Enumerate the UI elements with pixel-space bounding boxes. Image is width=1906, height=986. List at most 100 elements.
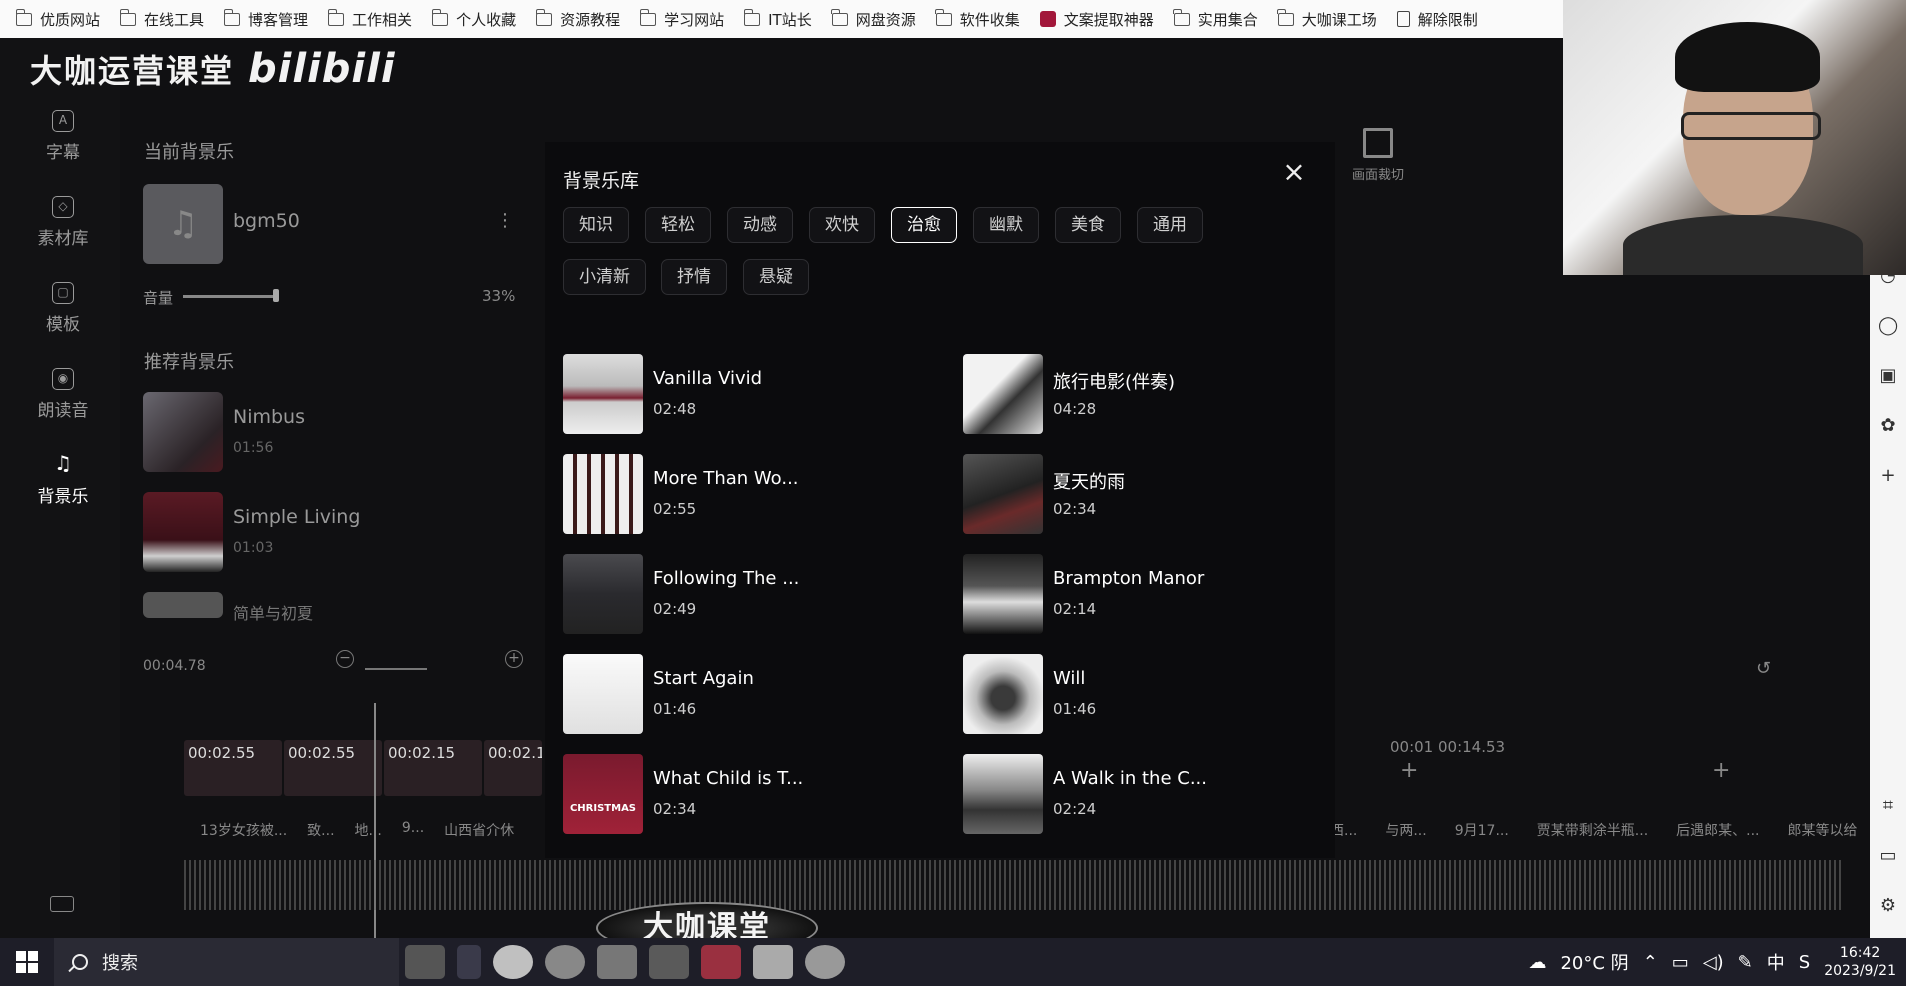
- taskbar-app-icon[interactable]: [457, 945, 481, 979]
- tag-fresh[interactable]: 小清新: [563, 259, 646, 295]
- taskbar-app-icon[interactable]: [597, 945, 637, 979]
- taskbar-app-icon[interactable]: [405, 945, 445, 979]
- track-item[interactable]: More Than Wo... 02:55: [563, 454, 943, 534]
- screenshot-icon[interactable]: ⌗: [1878, 796, 1898, 816]
- recommended-cover[interactable]: [143, 392, 223, 472]
- track-duration: 01:46: [1053, 700, 1097, 718]
- bookmark-item[interactable]: 解除限制: [1389, 0, 1490, 38]
- ime-indicator[interactable]: 中: [1767, 949, 1785, 975]
- taskbar-app-icon[interactable]: [493, 945, 533, 979]
- sidebar-layout-icon[interactable]: ▭: [1878, 846, 1898, 866]
- bookmark-item[interactable]: 文案提取神器: [1032, 0, 1166, 38]
- rail-item-bgm[interactable]: ♫ 背景乐: [18, 453, 108, 507]
- bookmark-item[interactable]: 软件收集: [928, 0, 1032, 38]
- track-item[interactable]: 旅行电影(伴奏) 04:28: [963, 354, 1343, 434]
- tag-cheerful[interactable]: 欢快: [809, 207, 875, 243]
- tag-suspense[interactable]: 悬疑: [743, 259, 809, 295]
- tray-network-icon[interactable]: ▭: [1672, 952, 1689, 973]
- taskbar-app-icon[interactable]: [805, 945, 845, 979]
- track-item[interactable]: Vanilla Vivid 02:48: [563, 354, 943, 434]
- clip[interactable]: 00:02.1: [484, 740, 542, 796]
- tag-lyrical[interactable]: 抒情: [661, 259, 727, 295]
- bookmark-item[interactable]: 学习网站: [632, 0, 736, 38]
- captions-toggle-icon[interactable]: [50, 896, 74, 912]
- recommended-name[interactable]: 简单与初夏: [233, 600, 313, 624]
- subtitle-label[interactable]: 13岁女孩被...: [200, 820, 287, 840]
- track-item[interactable]: Will 01:46: [963, 654, 1343, 734]
- close-icon[interactable]: ×: [1280, 158, 1308, 187]
- bookmark-item[interactable]: 优质网站: [8, 0, 112, 38]
- sidebar-outlook-icon[interactable]: ▣: [1878, 366, 1898, 386]
- bookmark-item[interactable]: 实用集合: [1166, 0, 1270, 38]
- bookmark-item[interactable]: 个人收藏: [424, 0, 528, 38]
- clip[interactable]: 00:02.55: [184, 740, 282, 796]
- sidebar-add-icon[interactable]: +: [1878, 466, 1898, 486]
- bookmark-item[interactable]: 博客管理: [216, 0, 320, 38]
- tag-dynamic[interactable]: 动感: [727, 207, 793, 243]
- windows-start-icon[interactable]: [0, 938, 54, 986]
- taskbar-app-icon[interactable]: [701, 945, 741, 979]
- bookmark-item[interactable]: 大咖课工场: [1270, 0, 1389, 38]
- volume-slider[interactable]: [183, 295, 278, 298]
- add-clip-icon[interactable]: +: [1400, 758, 1418, 783]
- settings-gear-icon[interactable]: ⚙: [1878, 896, 1898, 916]
- folder-icon: [1173, 8, 1190, 26]
- track-item[interactable]: Brampton Manor 02:14: [963, 554, 1343, 634]
- undo-icon[interactable]: ↺: [1756, 658, 1771, 679]
- track-item[interactable]: Start Again 01:46: [563, 654, 943, 734]
- recommended-cover[interactable]: [143, 592, 223, 618]
- recommended-cover[interactable]: [143, 492, 223, 572]
- track-item[interactable]: Following The ... 02:49: [563, 554, 943, 634]
- rail-item-assets[interactable]: ◇ 素材库: [18, 196, 108, 249]
- subtitle-label[interactable]: 地...: [355, 820, 382, 840]
- tag-food[interactable]: 美食: [1055, 207, 1121, 243]
- bookmark-item[interactable]: 网盘资源: [824, 0, 928, 38]
- track-item[interactable]: 夏天的雨 02:34: [963, 454, 1343, 534]
- add-clip-icon[interactable]: +: [1712, 758, 1730, 783]
- track-item[interactable]: A Walk in the C... 02:24: [963, 754, 1343, 834]
- rail-item-templates[interactable]: ▢ 模板: [18, 282, 108, 335]
- subtitle-label[interactable]: 后遇郎某、...: [1676, 820, 1759, 840]
- tag-healing[interactable]: 治愈: [891, 207, 957, 243]
- subtitle-label[interactable]: 9月17...: [1455, 820, 1509, 840]
- zoom-slider[interactable]: [365, 668, 427, 670]
- zoom-out-icon[interactable]: −: [336, 650, 354, 668]
- tag-relaxed[interactable]: 轻松: [645, 207, 711, 243]
- subtitle-label[interactable]: 9...: [402, 820, 424, 840]
- taskbar-app-icon[interactable]: [649, 945, 689, 979]
- taskbar-app-icon[interactable]: [753, 945, 793, 979]
- subtitle-label[interactable]: 致...: [307, 820, 334, 840]
- bookmark-item[interactable]: 工作相关: [320, 0, 424, 38]
- weather-text[interactable]: 20°C 阴: [1560, 949, 1628, 975]
- sidebar-tools-icon[interactable]: ✿: [1878, 416, 1898, 436]
- track-item[interactable]: CHRISTMAS What Child is T... 02:34: [563, 754, 943, 834]
- subtitle-label[interactable]: 山西省介休: [444, 820, 514, 840]
- rail-item-subtitle[interactable]: A 字幕: [18, 110, 108, 163]
- bookmark-item[interactable]: IT站长: [736, 0, 824, 38]
- tag-general[interactable]: 通用: [1137, 207, 1203, 243]
- crop-button[interactable]: 画面裁切: [1352, 128, 1404, 183]
- clock[interactable]: 16:42 2023/9/21: [1824, 944, 1896, 980]
- rail-item-narration[interactable]: ◉ 朗读音: [18, 368, 108, 421]
- more-options-icon[interactable]: ⋮: [496, 210, 514, 231]
- bookmark-item[interactable]: 资源教程: [528, 0, 632, 38]
- bookmark-item[interactable]: 在线工具: [112, 0, 216, 38]
- tag-humor[interactable]: 幽默: [973, 207, 1039, 243]
- tray-app-icon[interactable]: S: [1799, 952, 1810, 973]
- zoom-in-icon[interactable]: +: [505, 650, 523, 668]
- subtitle-label[interactable]: 郎某等以给: [1788, 820, 1858, 840]
- tray-pen-icon[interactable]: ✎: [1738, 952, 1753, 973]
- clip[interactable]: 00:02.55: [284, 740, 382, 796]
- recommended-name[interactable]: Simple Living: [233, 506, 360, 528]
- tag-knowledge[interactable]: 知识: [563, 207, 629, 243]
- sidebar-app-icon[interactable]: ◯: [1878, 316, 1898, 336]
- recommended-name[interactable]: Nimbus: [233, 406, 305, 428]
- volume-slider-handle[interactable]: [273, 289, 279, 302]
- subtitle-label[interactable]: 与两...: [1385, 820, 1426, 840]
- subtitle-label[interactable]: 贾某带剩涂半瓶...: [1537, 820, 1648, 840]
- taskbar-app-icon[interactable]: [545, 945, 585, 979]
- tray-volume-icon[interactable]: ◁): [1703, 952, 1724, 973]
- tray-chevron-icon[interactable]: ⌃: [1643, 952, 1658, 973]
- taskbar-search[interactable]: 搜索: [54, 938, 399, 986]
- clip[interactable]: 00:02.15: [384, 740, 482, 796]
